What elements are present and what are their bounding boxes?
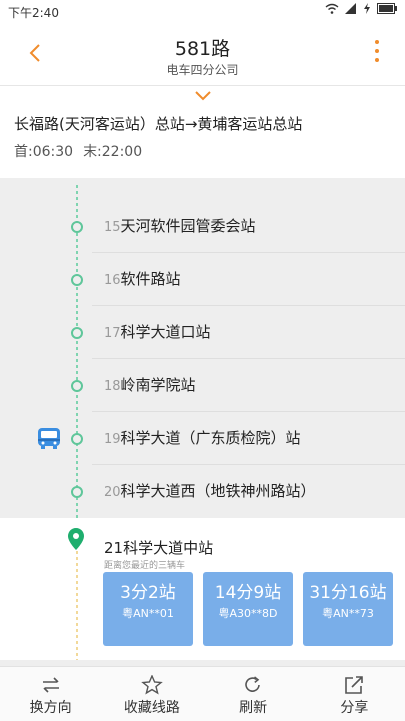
route-line-ahead <box>76 545 78 665</box>
tab-label: 换方向 <box>29 700 72 716</box>
station-name: 科学大道西（地铁神州路站） <box>120 482 316 500</box>
station-name: 科学大道口站 <box>120 323 211 341</box>
tab-label: 分享 <box>340 700 369 716</box>
arrival-card[interactable]: 3分2站 粤AN**01 <box>103 572 193 646</box>
bus-plate: 粤AN**73 <box>322 607 374 620</box>
share-icon <box>345 676 364 694</box>
station-number: 19 <box>104 432 121 447</box>
switch-direction-button[interactable]: 换方向 <box>0 667 101 721</box>
arrival-eta: 3分2站 <box>120 583 176 603</box>
header-divider <box>0 85 405 86</box>
arrival-card[interactable]: 31分16站 粤AN**73 <box>303 572 393 646</box>
last-bus-time: 末:22:00 <box>83 144 143 160</box>
arrival-cards: 3分2站 粤AN**01 14分9站 粤A30**8D 31分16站 粤AN**… <box>103 572 395 646</box>
station-name: 天河软件园管委会站 <box>120 217 256 235</box>
station-number: 15 <box>104 220 121 235</box>
star-icon <box>141 675 163 695</box>
station-dot <box>71 221 83 233</box>
list-item[interactable]: 18岭南学院站 <box>0 359 405 412</box>
station-dot <box>71 486 83 498</box>
station-dot <box>71 433 83 445</box>
current-station-name: 21科学大道中站 <box>104 539 214 557</box>
bus-plate: 粤A30**8D <box>218 607 278 620</box>
bus-icon[interactable] <box>35 424 63 452</box>
status-bar: 下午2:40 <box>0 0 405 24</box>
signal-icon <box>345 3 356 14</box>
operator-name: 电车四分公司 <box>166 63 239 77</box>
station-number: 17 <box>104 326 121 341</box>
status-icons <box>325 3 397 14</box>
station-dot <box>71 327 83 339</box>
arrival-eta: 31分16站 <box>309 583 387 603</box>
station-dot <box>71 380 83 392</box>
arrival-eta: 14分9站 <box>214 583 282 603</box>
list-item[interactable]: 16软件路站 <box>0 253 405 306</box>
more-button[interactable] <box>373 40 381 66</box>
charging-icon <box>364 3 370 14</box>
service-times: 首:06:30 末:22:00 <box>14 141 142 161</box>
first-bus-time: 首:06:30 <box>14 144 74 160</box>
station-number: 18 <box>104 379 121 394</box>
battery-icon <box>377 3 397 14</box>
station-name: 科学大道（广东质检院）站 <box>120 429 301 447</box>
bottom-toolbar: 换方向 收藏线路 刷新 分享 <box>0 666 405 721</box>
swap-icon <box>42 677 59 693</box>
station-name: 软件路站 <box>120 270 181 288</box>
nearest-buses-hint: 距离您最近的三辆车 <box>104 561 186 571</box>
station-dot <box>71 274 83 286</box>
app-header: 581路 电车四分公司 <box>0 24 405 82</box>
status-time: 下午2:40 <box>8 6 59 20</box>
route-direction: 长福路(天河客运站）总站→黄埔客运站总站 <box>14 115 303 133</box>
wifi-icon <box>325 3 339 14</box>
expand-button[interactable] <box>193 88 213 102</box>
station-name: 岭南学院站 <box>120 376 196 394</box>
tab-label: 刷新 <box>239 700 268 716</box>
arrival-card[interactable]: 14分9站 粤A30**8D <box>203 572 293 646</box>
share-button[interactable]: 分享 <box>304 667 405 721</box>
station-number: 16 <box>104 273 121 288</box>
list-item[interactable]: 17科学大道口站 <box>0 306 405 359</box>
location-pin-icon <box>67 527 85 551</box>
chevron-down-icon <box>195 91 211 101</box>
list-item[interactable]: 20科学大道西（地铁神州路站） <box>0 465 405 518</box>
station-number: 20 <box>104 485 121 500</box>
bus-plate: 粤AN**01 <box>122 607 174 620</box>
more-icon <box>375 40 379 44</box>
list-item[interactable]: 15天河软件园管委会站 <box>0 200 405 253</box>
refresh-button[interactable]: 刷新 <box>203 667 304 721</box>
refresh-icon <box>245 676 260 692</box>
page-title: 581路 <box>174 38 231 60</box>
favorite-route-button[interactable]: 收藏线路 <box>101 667 202 721</box>
tab-label: 收藏线路 <box>123 700 180 716</box>
